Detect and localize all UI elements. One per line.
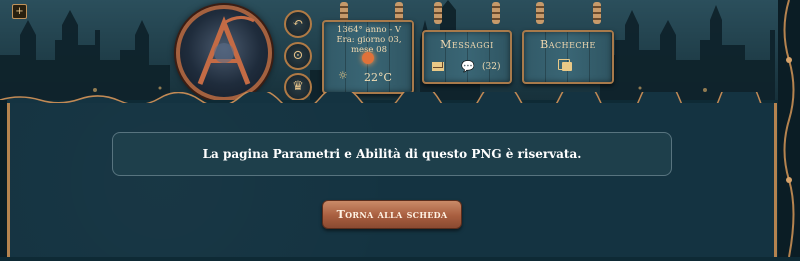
plus-icon: +: [15, 6, 24, 17]
site-emblem-logo[interactable]: [176, 5, 272, 100]
back-to-sheet-label: Torna alla scheda: [336, 208, 448, 221]
restricted-notice-box: La pagina Parametri e Abilità di questo …: [112, 132, 672, 176]
left-frame-border: [0, 100, 7, 257]
chain-decoration: [593, 2, 601, 24]
messages-panel[interactable]: Messaggi 💬 (32): [422, 30, 512, 84]
header-banner: + ↶ ⊙ ♛ 1364° anno - V Era: giorno 03, m…: [0, 0, 800, 100]
notes-icon[interactable]: [558, 59, 572, 71]
right-ornament-border: [778, 0, 800, 258]
map-pin-button[interactable]: ⊙: [284, 42, 312, 70]
back-arrow-button[interactable]: ↶: [284, 10, 312, 38]
ornament-image: [783, 0, 795, 258]
sidebar-toggle-button[interactable]: +: [12, 4, 27, 19]
map-pin-icon: ⊙: [292, 48, 304, 63]
sun-cloud-icon: ☼: [338, 69, 348, 82]
temperature-text: 22°C: [364, 71, 392, 84]
moon-phase-icon: [362, 52, 374, 64]
chain-decoration: [434, 2, 442, 24]
back-arrow-icon: ↶: [292, 16, 304, 31]
date-panel[interactable]: 1364° anno - V Era: giorno 03, mese 08 ☼…: [322, 20, 414, 94]
restricted-notice-text: La pagina Parametri e Abilità di questo …: [202, 147, 582, 161]
emblem-letter-image: [197, 16, 255, 85]
chain-decoration: [492, 2, 500, 24]
back-to-sheet-button[interactable]: Torna alla scheda: [322, 200, 462, 229]
main-content-frame: [7, 103, 777, 257]
messages-title: Messaggi: [440, 38, 494, 51]
boards-title: Bacheche: [540, 38, 596, 51]
chat-icon[interactable]: 💬: [461, 60, 475, 73]
mail-icon[interactable]: [432, 62, 444, 71]
chain-decoration: [536, 2, 544, 24]
message-count: (32): [482, 62, 501, 72]
date-text: 1364° anno - V Era: giorno 03, mese 08: [336, 25, 402, 55]
boards-panel[interactable]: Bacheche: [522, 30, 614, 84]
